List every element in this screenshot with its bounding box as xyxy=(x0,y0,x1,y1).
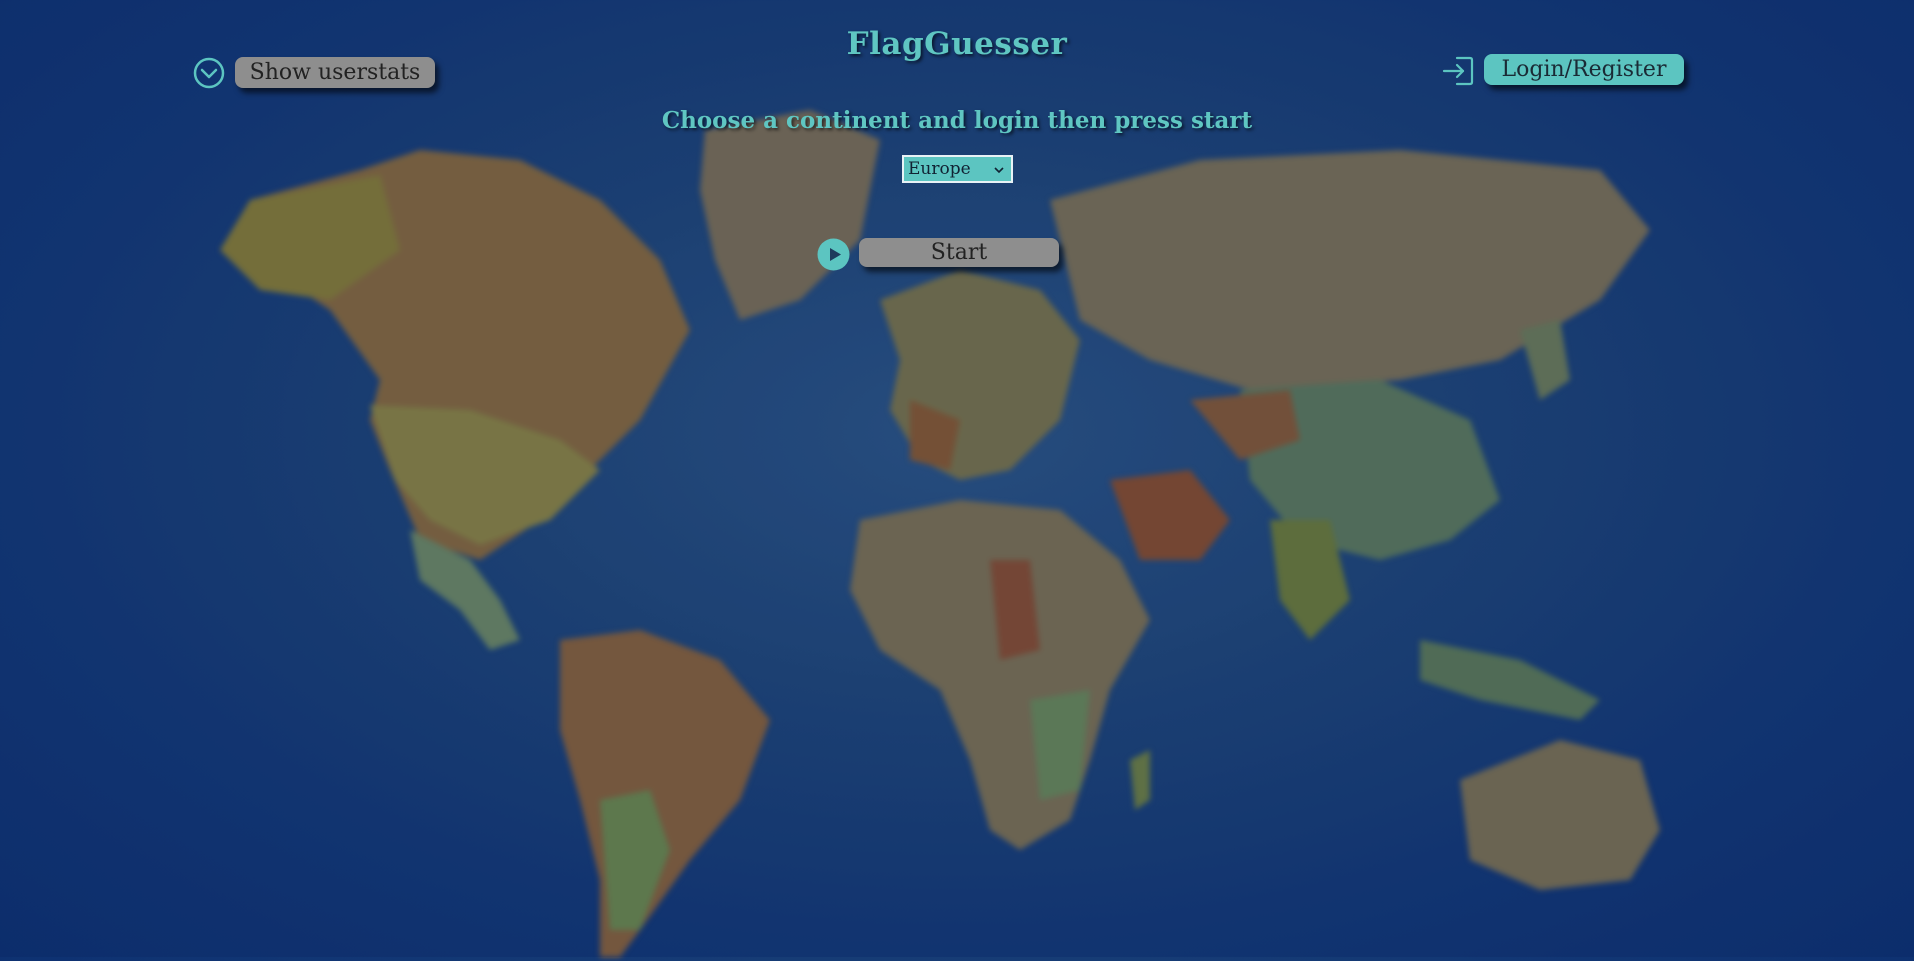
continent-select[interactable]: Europe xyxy=(902,155,1013,183)
map-dim-overlay xyxy=(0,0,1914,957)
show-userstats-button[interactable]: Show userstats xyxy=(235,57,435,88)
play-circle-icon[interactable] xyxy=(817,238,850,271)
instruction-text: Choose a continent and login then press … xyxy=(661,107,1253,134)
start-button[interactable]: Start xyxy=(859,238,1059,267)
login-register-button[interactable]: Login/Register xyxy=(1484,54,1684,85)
chevron-down-circle-icon[interactable] xyxy=(193,57,225,89)
login-arrow-icon[interactable] xyxy=(1441,55,1475,87)
continent-select-wrapper: Europe xyxy=(902,155,1013,183)
